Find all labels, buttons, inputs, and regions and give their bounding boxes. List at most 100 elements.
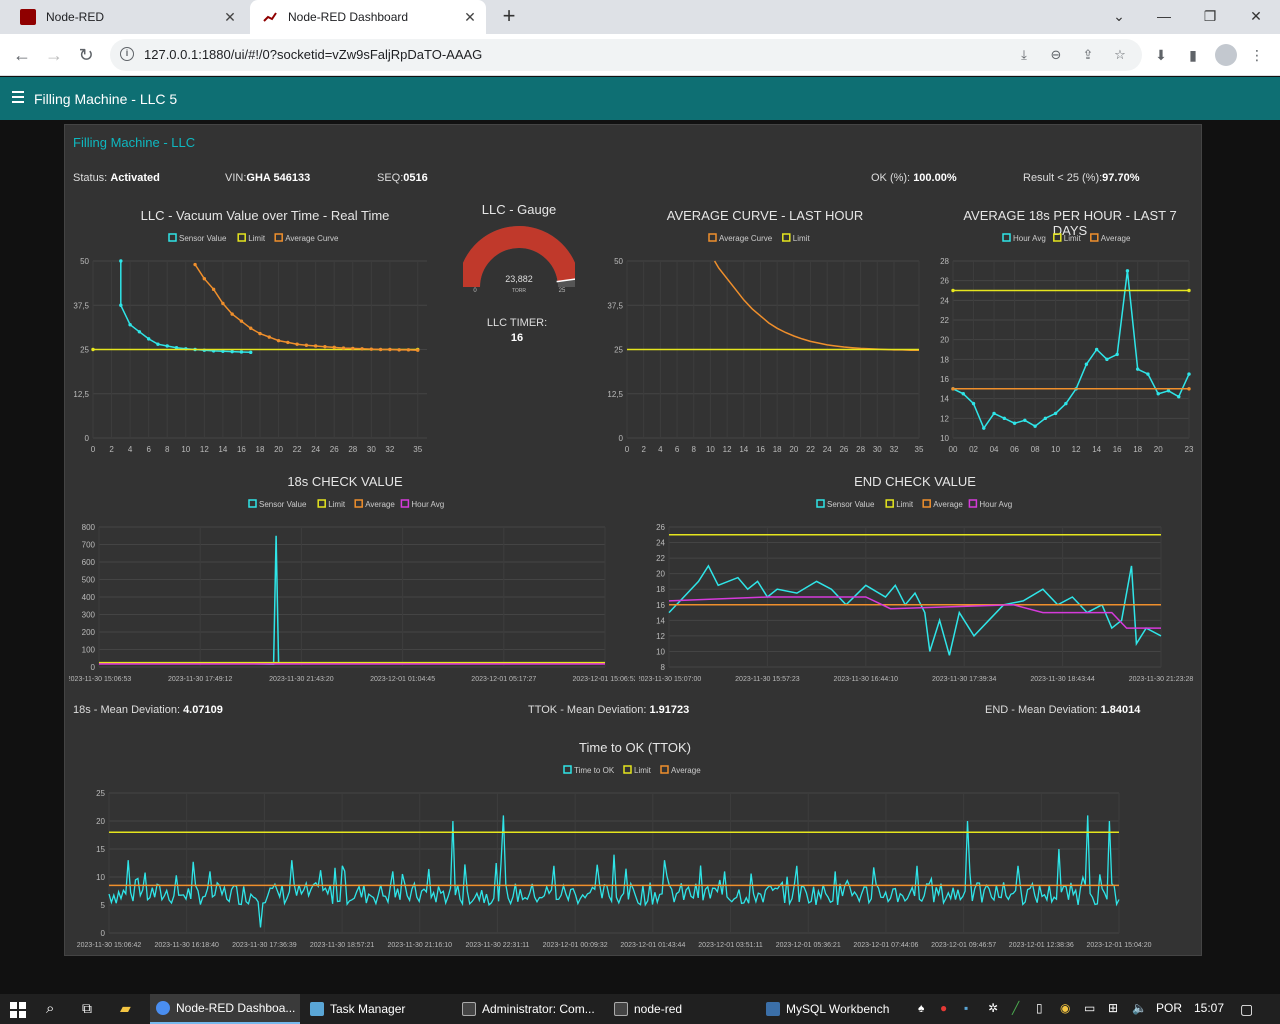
data-point [1094, 347, 1099, 352]
address-bar[interactable]: i 127.0.0.1:1880/ui/#!/0?socketid=vZw9sF… [110, 39, 1142, 71]
windows-start-icon[interactable] [10, 1002, 26, 1018]
browser-tab-node-red[interactable]: Node-RED ✕ [12, 0, 246, 34]
x-tick-label: 32 [385, 445, 394, 454]
zoom-icon[interactable]: ⊖ [1048, 47, 1064, 63]
close-icon[interactable]: ✕ [462, 9, 478, 25]
y-tick-label: 25 [614, 346, 623, 355]
ok-label: OK (%): [871, 172, 911, 184]
x-tick-label: 2023-12-01 05:36:21 [776, 942, 841, 949]
taskbar-app-node-red[interactable]: node-red [608, 994, 758, 1024]
x-tick-label: 10 [181, 445, 190, 454]
forward-arrow-icon[interactable]: → [42, 43, 66, 67]
install-app-icon[interactable]: ⤓ [1016, 47, 1032, 63]
x-tick-label: 2023-11-30 16:18:40 [154, 942, 219, 949]
x-tick-label: 14 [1092, 445, 1101, 454]
usb-icon[interactable]: ▯ [1036, 1001, 1043, 1015]
y-tick-label: 18 [656, 585, 665, 594]
reload-icon[interactable]: ↻ [74, 43, 98, 67]
tray-app-icon[interactable]: ▭ [1084, 1001, 1095, 1015]
window-close-button[interactable]: ✕ [1242, 4, 1270, 28]
minimize-button[interactable]: — [1150, 4, 1178, 28]
status-value: Activated [110, 172, 160, 184]
y-tick-label: 12 [940, 414, 949, 423]
close-icon[interactable]: ✕ [222, 9, 238, 25]
legend-swatch [354, 499, 363, 508]
x-tick-label: 2023-12-01 05:17:27 [471, 676, 536, 683]
legend-swatch [1090, 233, 1099, 242]
ttok-mean-label: TTOK - Mean Deviation: [528, 704, 647, 716]
browser-toolbar: ← → ↻ i 127.0.0.1:1880/ui/#!/0?socketid=… [0, 34, 1280, 76]
restore-button[interactable]: ❐ [1196, 4, 1224, 28]
network-icon[interactable]: ⊞ [1108, 1001, 1118, 1015]
vacuum-chart: Sensor Value Limit Average Curve 0 12,5 25 37,… [73, 233, 427, 454]
file-explorer-icon[interactable]: ▰ [120, 1000, 131, 1017]
x-tick-label: 2 [641, 445, 646, 454]
data-point [230, 312, 234, 316]
taskbar-app-task-manager[interactable]: Task Manager [304, 994, 454, 1024]
data-point [360, 347, 364, 351]
tab-search-icon[interactable]: ⌄ [1105, 4, 1133, 28]
data-point [982, 426, 986, 430]
legend-label: Sensor Value [179, 234, 227, 243]
search-icon[interactable]: ⌕ [46, 1000, 54, 1017]
tray-app-icon[interactable]: ▪ [964, 1001, 968, 1015]
tray-app-icon[interactable]: ╱ [1012, 1001, 1019, 1015]
data-point [128, 323, 132, 327]
hamburger-menu-icon[interactable] [12, 91, 24, 103]
browser-tab-dashboard[interactable]: Node-RED Dashboard ✕ [250, 0, 486, 34]
notifications-icon[interactable]: ▢ [1240, 1001, 1253, 1018]
data-point [211, 287, 216, 292]
tray-app-icon[interactable]: ● [940, 1001, 947, 1015]
y-tick-label: 26 [940, 277, 949, 286]
menu-kebab-icon[interactable]: ⋮ [1248, 46, 1266, 64]
x-tick-label: 14 [739, 445, 748, 454]
x-tick-label: 2023-12-01 09:46:57 [931, 942, 996, 949]
legend-label: Limit [328, 500, 346, 509]
legend-label: Sensor Value [827, 500, 875, 509]
downloads-icon[interactable]: ⬇ [1152, 46, 1170, 64]
x-tick-label: 18 [773, 445, 782, 454]
x-tick-label: 2023-12-01 03:51:11 [698, 942, 763, 949]
task-view-icon[interactable]: ⧉ [82, 1000, 92, 1017]
x-tick-label: 2023-11-30 18:43:44 [1030, 676, 1095, 683]
x-tick-label: 2023-11-30 16:44:10 [834, 676, 899, 683]
tray-app-icon[interactable]: ◉ [1060, 1001, 1070, 1015]
share-icon[interactable]: ⇪ [1080, 47, 1096, 63]
back-arrow-icon[interactable]: ← [10, 43, 34, 67]
taskbar-app-cmd[interactable]: Administrator: Com... [456, 994, 606, 1024]
x-tick-label: 30 [367, 445, 376, 454]
legend-swatch [563, 765, 572, 774]
speaker-muted-icon[interactable]: 🔈 [1132, 1001, 1147, 1015]
taskbar-app-chrome[interactable]: Node-RED Dashboa... [150, 994, 300, 1024]
data-point [137, 330, 142, 334]
site-info-icon[interactable]: i [120, 47, 134, 61]
x-tick-label: 2023-12-01 15:04:20 [1087, 942, 1152, 949]
x-tick-label: 2 [109, 445, 114, 454]
x-tick-label: 4 [128, 445, 133, 454]
tray-app-icon[interactable]: ✲ [988, 1001, 998, 1015]
new-tab-button[interactable]: + [498, 5, 520, 28]
data-point [1146, 372, 1150, 376]
clock[interactable]: 15:07 [1194, 1001, 1224, 1015]
data-point [1187, 372, 1191, 376]
taskbar-app-mysql[interactable]: MySQL Workbench [760, 994, 905, 1024]
legend-swatch [968, 499, 978, 508]
data-point [1064, 401, 1068, 406]
data-point [369, 347, 374, 351]
average-18s-chart: Hour Avg Limit Average 10 12 14 16 18 20 22 24 26 28… [940, 233, 1194, 454]
x-tick-label: 28 [856, 445, 865, 454]
language-indicator[interactable]: POR [1156, 1001, 1182, 1015]
bookmark-star-icon[interactable]: ☆ [1112, 47, 1128, 63]
legend-swatch [317, 499, 326, 508]
x-tick-label: 2023-11-30 21:43:20 [269, 676, 334, 683]
y-tick-label: 200 [82, 628, 96, 637]
side-panel-icon[interactable]: ▮ [1184, 46, 1202, 64]
profile-avatar-icon[interactable] [1215, 44, 1237, 66]
x-tick-label: 2023-11-30 21:16:10 [388, 942, 453, 949]
chart-title-18s-check: 18s CHECK VALUE [287, 474, 403, 489]
y-tick-label: 8 [661, 663, 666, 672]
x-tick-label: 12 [723, 445, 732, 454]
legend-label: Hour Avg [979, 500, 1012, 509]
x-tick-label: 18 [256, 445, 265, 454]
tray-app-icon[interactable]: ♠ [918, 1001, 924, 1015]
